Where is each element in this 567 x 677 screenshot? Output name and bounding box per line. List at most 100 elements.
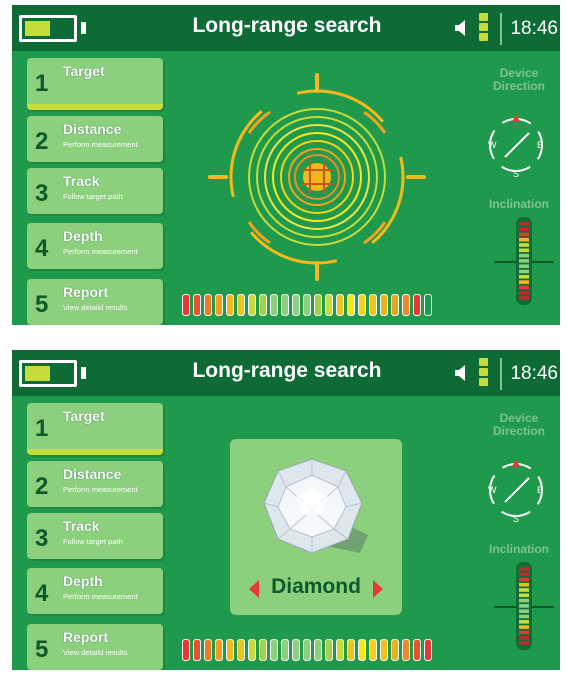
inclination-segment [519,275,529,279]
diamond-icon [263,458,368,554]
radar-target-icon [208,73,426,281]
progress-segment [347,294,355,316]
inclination-segment [519,630,529,635]
signal-strength-icon [479,358,488,388]
step-depth[interactable]: 4 Depth Perform measurement [27,223,163,269]
screen-material-select: Long-range search 18:46 1 Target 2 Distanc… [12,350,560,670]
progress-segment [358,639,366,661]
step-label: Depth [63,573,103,589]
progress-segment [259,294,267,316]
step-number: 5 [35,291,49,318]
progress-segment [281,294,289,316]
progress-segment [391,294,399,316]
step-distance[interactable]: 2 Distance Perform measurement [27,116,163,162]
step-label: Track [63,173,100,189]
speaker-icon[interactable] [453,364,471,382]
step-label: Distance [63,466,122,482]
progress-segment [226,639,234,661]
inclination-segment [519,269,529,274]
progress-segment [215,294,223,316]
step-report[interactable]: 5 Report View detaild results [27,279,163,325]
step-number: 4 [35,580,49,607]
progress-segment [424,639,432,661]
top-bar: Long-range search 18:46 [12,5,560,51]
progress-segment [314,639,322,661]
inclination-segment [519,604,529,608]
step-label: Depth [63,228,103,244]
progress-segment [204,294,212,316]
progress-segment [347,639,355,661]
progress-segment [380,639,388,661]
progress-segment [380,294,388,316]
page-title: Long-range search [192,14,382,37]
device-direction-label: Device Direction [492,411,545,438]
compass-east: E [537,140,543,150]
inclination-gauge [494,217,554,305]
progress-segment [303,294,311,316]
step-number: 1 [35,415,49,442]
inclination-segment [519,259,529,263]
inclination-gauge [494,562,554,650]
step-report[interactable]: 5 Report View detaild results [27,624,163,670]
progress-segment [369,639,377,661]
speaker-icon[interactable] [453,19,471,37]
inclination-segment [519,296,529,300]
progress-segment [237,639,245,661]
battery-tip [81,367,86,379]
step-target[interactable]: 1 Target [27,58,163,110]
inclination-segment [519,248,529,253]
progress-segment [259,639,267,661]
compass-icon: W E S [488,459,543,522]
progress-segment [270,294,278,316]
progress-segment [292,294,300,316]
inclination-segment [519,227,529,231]
step-label: Report [63,629,109,645]
progress-segment [336,639,344,661]
progress-segment [369,294,377,316]
step-track[interactable]: 3 Track Follow target path [27,513,163,559]
inclination-segment [519,237,529,242]
step-target[interactable]: 1 Target [27,403,163,455]
battery-icon [19,360,77,387]
progress-segment [182,639,190,661]
progress-segment [314,294,322,316]
progress-segment [358,294,366,316]
step-number: 3 [35,180,49,207]
step-description: Perform measurement [63,140,138,149]
step-description: Perform measurement [63,247,138,256]
inclination-label: Inclination [489,197,549,211]
progress-segment [413,639,421,661]
progress-segment [204,639,212,661]
inclination-segment [519,572,529,576]
step-depth[interactable]: 4 Depth Perform measurement [27,568,163,614]
inclination-segment [519,285,529,290]
clock: 18:46 [500,13,560,45]
compass-south: S [513,169,519,177]
progress-segment [226,294,234,316]
step-label: Track [63,518,100,534]
signal-strength-icon [479,13,488,43]
step-track[interactable]: 3 Track Follow target path [27,168,163,214]
inclination-segment [519,614,529,619]
inclination-segment [519,243,529,247]
compass-icon: W E S [488,114,543,177]
inclination-segment [519,280,529,284]
compass-south: S [513,514,519,522]
inclination-segment [519,582,529,587]
step-description: View detaild results [63,648,128,657]
progress-segment [325,294,333,316]
progress-segment [402,639,410,661]
step-description: View detaild results [63,303,128,312]
inclination-segment [519,620,529,624]
inclination-segment [519,577,529,582]
inclination-segment [519,290,529,295]
inclination-segment [519,625,529,629]
step-description: Perform measurement [63,485,138,494]
inclination-segment [519,253,529,258]
next-material-button[interactable] [373,580,383,598]
progress-segment [402,294,410,316]
step-description: Perform measurement [63,592,138,601]
progress-segment [292,639,300,661]
step-number: 1 [35,70,49,97]
step-distance[interactable]: 2 Distance Perform measurement [27,461,163,507]
